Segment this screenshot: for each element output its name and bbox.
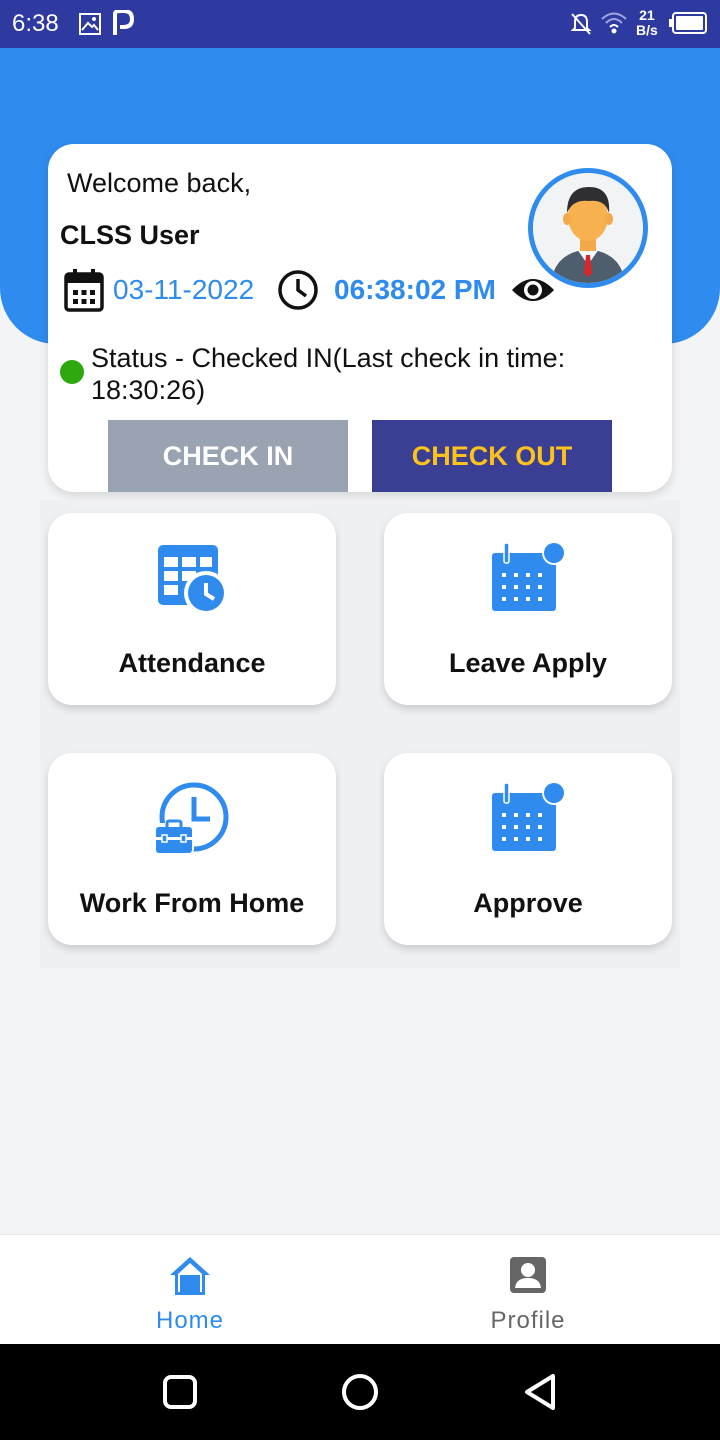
image-icon — [79, 13, 101, 35]
home-icon — [170, 1257, 210, 1295]
status-text: Status - Checked IN(Last check in time: … — [91, 343, 566, 405]
network-rate-unit: B/s — [636, 22, 658, 38]
calendar-icon — [492, 541, 566, 611]
nav-home[interactable]: Home — [10, 1235, 370, 1345]
welcome-text: Welcome back, — [67, 168, 252, 198]
tile-label: Approve — [473, 888, 583, 918]
p-icon — [113, 10, 134, 35]
home-circle-icon[interactable] — [340, 1372, 380, 1412]
back-icon[interactable] — [520, 1372, 560, 1412]
calendar-icon — [492, 781, 566, 851]
nav-profile-label: Profile — [490, 1307, 566, 1334]
tile-work-from-home[interactable]: Work From Home — [48, 753, 336, 945]
profile-icon — [510, 1257, 546, 1293]
nav-profile[interactable]: Profile — [348, 1235, 708, 1345]
status-indicator — [60, 360, 84, 384]
bottom-navigation: Home Profile — [0, 1234, 720, 1344]
check-out-button[interactable]: CHECK OUT — [372, 420, 612, 492]
calendar-icon — [64, 269, 104, 312]
work-from-home-icon — [154, 782, 229, 853]
tile-attendance[interactable]: Attendance — [48, 513, 336, 705]
eye-icon[interactable] — [510, 272, 556, 308]
current-time: 06:38:02 PM — [334, 274, 496, 305]
recent-apps-icon[interactable] — [160, 1372, 200, 1412]
tile-approve[interactable]: Approve — [384, 753, 672, 945]
status-time: 6:38 — [12, 10, 59, 37]
tile-label: Leave Apply — [448, 648, 608, 678]
wifi-icon — [601, 12, 627, 34]
tile-label: Attendance — [118, 648, 266, 678]
user-name: CLSS User — [60, 220, 200, 250]
system-navigation-bar — [0, 1344, 720, 1440]
current-date: 03-11-2022 — [113, 274, 255, 305]
status-bar: 6:38 21 B/s — [0, 0, 720, 48]
nav-home-label: Home — [155, 1307, 225, 1334]
battery-icon — [669, 12, 707, 34]
welcome-card: Welcome back, CLSS User 03-11-2022 06:38… — [48, 144, 672, 492]
avatar[interactable] — [528, 168, 648, 288]
network-rate-value: 21 — [639, 7, 655, 23]
attendance-icon — [158, 545, 228, 615]
mute-icon — [570, 13, 592, 35]
check-in-button[interactable]: CHECK IN — [108, 420, 348, 492]
user-avatar-icon — [533, 173, 643, 283]
network-rate: 21 B/s — [636, 8, 658, 38]
tile-leave-apply[interactable]: Leave Apply — [384, 513, 672, 705]
clock-icon — [278, 270, 318, 310]
tile-label: Work From Home — [79, 888, 305, 918]
